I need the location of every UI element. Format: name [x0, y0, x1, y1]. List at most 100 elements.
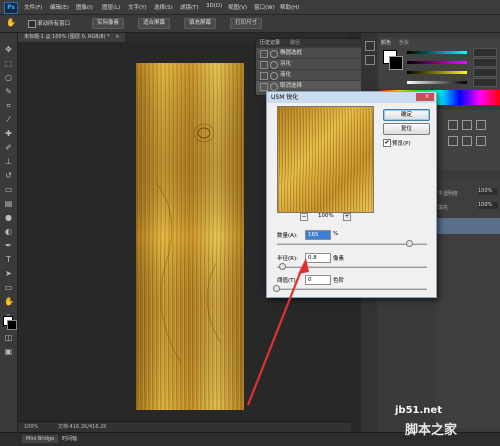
adjustment-icon[interactable] — [448, 136, 458, 146]
threshold-label: 阈值(T): — [277, 278, 298, 284]
close-icon[interactable]: × — [416, 93, 434, 101]
blur-tool-icon[interactable]: ● — [4, 213, 13, 222]
radius-input[interactable]: 0.8 — [305, 253, 331, 263]
menu-select[interactable]: 选择(S) — [154, 3, 173, 11]
properties-panel-icon[interactable] — [365, 55, 375, 65]
menu-help[interactable]: 帮助(H) — [280, 3, 299, 11]
cyan-slider[interactable] — [407, 51, 467, 54]
background-color-swatch[interactable] — [7, 320, 17, 330]
amount-slider-thumb[interactable] — [406, 240, 413, 247]
snapshot-checkbox[interactable] — [260, 72, 268, 80]
tab-mini-bridge[interactable]: Mini Bridge — [22, 435, 59, 443]
document-tab[interactable]: 未标题-1 @ 100% (图层 0, RGB/8) * × — [18, 33, 126, 42]
close-icon[interactable]: × — [115, 34, 119, 40]
background-color-swatch[interactable] — [389, 56, 403, 70]
tab-color[interactable]: 颜色 — [381, 39, 391, 46]
shape-tool-icon[interactable]: ▭ — [4, 283, 13, 292]
black-slider[interactable] — [407, 81, 467, 84]
options-bar: ✋ 滚动所有窗口 实际像素 适合屏幕 填充屏幕 打印尺寸 — [0, 15, 500, 33]
black-value-field[interactable] — [473, 78, 497, 87]
tab-history[interactable]: 历史记录 — [260, 39, 280, 47]
threshold-slider-track[interactable] — [277, 288, 427, 290]
snapshot-checkbox[interactable] — [260, 50, 268, 58]
lasso-tool-icon[interactable]: ○ — [4, 73, 13, 82]
radius-slider-track[interactable] — [277, 266, 427, 268]
threshold-slider-thumb[interactable] — [273, 285, 280, 292]
eraser-tool-icon[interactable]: ▭ — [4, 185, 13, 194]
scroll-all-label: 滚动所有窗口 — [37, 21, 71, 27]
preview-label: 预览(P) — [392, 141, 411, 147]
screen-mode-icon[interactable]: ▣ — [4, 347, 13, 356]
menu-type[interactable]: 文字(Y) — [128, 3, 147, 11]
opacity-field[interactable]: 100% — [478, 188, 498, 195]
status-bar: 100% 文档:416.2K/416.2K — [18, 421, 351, 432]
adjustment-icon[interactable] — [476, 136, 486, 146]
healing-tool-icon[interactable]: ✚ — [4, 129, 13, 138]
menu-filter[interactable]: 滤镜(T) — [180, 3, 199, 11]
menu-window[interactable]: 窗口(W) — [254, 3, 275, 11]
tab-paths[interactable]: 路径 — [290, 39, 300, 47]
snapshot-checkbox[interactable] — [260, 83, 268, 91]
document-tab-title: 未标题-1 @ 100% (图层 0, RGB/8) * — [24, 34, 110, 40]
ok-button[interactable]: 确定 — [383, 109, 430, 121]
menu-image[interactable]: 图像(I) — [76, 3, 93, 11]
adjustment-icon[interactable] — [476, 120, 486, 130]
brush-tool-icon[interactable]: ✐ — [4, 143, 13, 152]
type-tool-icon[interactable]: T — [4, 255, 13, 264]
path-select-icon[interactable]: ➤ — [4, 269, 13, 278]
tools-panel: ✥ ⬚ ○ ✎ ⌗ ⁄ ✚ ✐ ⊥ ↺ ▭ ▤ ● ◐ ✒ T ➤ ▭ ✋ ⌕ … — [0, 33, 18, 433]
menu-layer[interactable]: 图层(L) — [102, 3, 120, 11]
stamp-tool-icon[interactable]: ⊥ — [4, 157, 13, 166]
reset-button[interactable]: 复位 — [383, 123, 430, 135]
adjustment-icon[interactable] — [462, 120, 472, 130]
yellow-value-field[interactable] — [473, 68, 497, 77]
watermark-site-name: 脚本之家 — [405, 423, 458, 438]
scroll-all-checkbox[interactable] — [28, 20, 36, 28]
preview-image[interactable] — [277, 106, 374, 213]
amount-slider-track[interactable] — [277, 243, 427, 245]
menu-edit[interactable]: 编辑(E) — [50, 3, 69, 11]
fill-screen-button[interactable]: 填充屏幕 — [184, 18, 217, 29]
adjustment-icon[interactable] — [462, 136, 472, 146]
history-panel-icon[interactable] — [365, 41, 375, 51]
quick-mask-icon[interactable]: ◫ — [4, 333, 13, 342]
amount-input[interactable]: 165 — [305, 230, 331, 240]
radius-label: 半径(R): — [277, 256, 298, 262]
tab-swatches[interactable]: 色板 — [399, 39, 409, 46]
hand-tool-icon[interactable]: ✋ — [4, 297, 14, 306]
move-tool-icon[interactable]: ✥ — [4, 45, 13, 54]
tab-timeline[interactable]: 时间轴 — [58, 435, 81, 443]
fill-field[interactable]: 100% — [478, 202, 498, 209]
radius-slider-thumb[interactable] — [279, 263, 286, 270]
hand-tool-icon: ✋ — [6, 18, 16, 27]
zoom-in-button[interactable]: + — [343, 213, 351, 221]
magenta-slider[interactable] — [407, 61, 467, 64]
adjustment-icon[interactable] — [448, 120, 458, 130]
snapshot-checkbox[interactable] — [260, 61, 268, 69]
cyan-value-field[interactable] — [473, 48, 497, 57]
menu-3d[interactable]: 3D(D) — [206, 3, 222, 9]
dodge-tool-icon[interactable]: ◐ — [4, 227, 13, 236]
pen-tool-icon[interactable]: ✒ — [4, 241, 13, 250]
gradient-tool-icon[interactable]: ▤ — [4, 199, 13, 208]
history-brush-icon[interactable]: ↺ — [4, 171, 13, 180]
threshold-input[interactable]: 0 — [305, 275, 331, 285]
amount-unit: % — [333, 231, 339, 237]
crop-tool-icon[interactable]: ⌗ — [4, 101, 13, 110]
print-size-button[interactable]: 打印尺寸 — [230, 18, 263, 29]
menu-view[interactable]: 视图(V) — [228, 3, 247, 11]
fit-screen-button[interactable]: 适合屏幕 — [138, 18, 171, 29]
quick-select-tool-icon[interactable]: ✎ — [4, 87, 13, 96]
preview-checkbox[interactable]: ✔ — [383, 139, 391, 147]
color-panel: 颜色 色板 — [379, 38, 500, 93]
magenta-value-field[interactable] — [473, 58, 497, 67]
actual-pixels-button[interactable]: 实际像素 — [92, 18, 125, 29]
layer-row-selected[interactable] — [436, 218, 500, 234]
menu-file[interactable]: 文件(F) — [24, 3, 42, 11]
yellow-slider[interactable] — [407, 71, 467, 74]
eyedropper-tool-icon[interactable]: ⁄ — [4, 115, 13, 124]
zoom-level[interactable]: 100% — [24, 422, 38, 432]
unsharp-mask-dialog: USM 锐化 × − 100% + 确定 复位 ✔ 预览(P) 数量(A): 1… — [266, 91, 437, 298]
marquee-tool-icon[interactable]: ⬚ — [4, 59, 13, 68]
zoom-out-button[interactable]: − — [300, 213, 308, 221]
